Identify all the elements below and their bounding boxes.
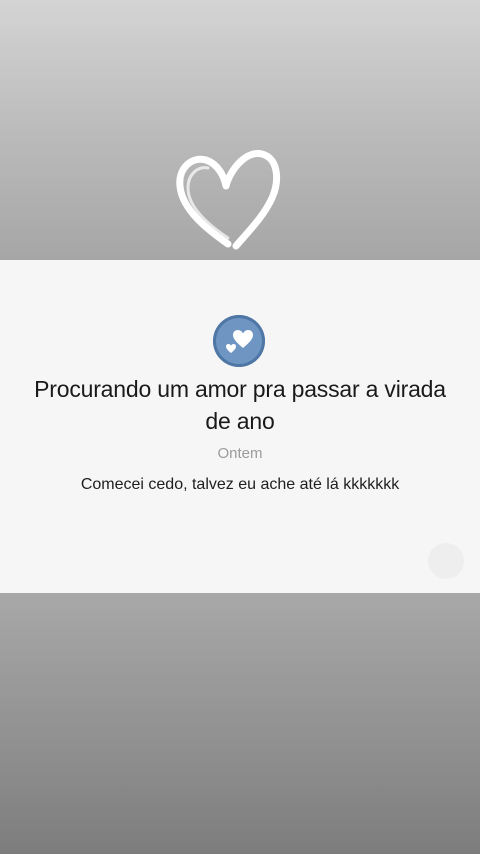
post-message: Comecei cedo, talvez eu ache até lá kkkk… <box>80 476 400 493</box>
post-title: Procurando um amor pra passar a virada d… <box>34 376 446 434</box>
heart-outline-icon <box>176 150 281 250</box>
hearts-icon <box>226 330 253 353</box>
post-timestamp: Ontem <box>217 445 263 462</box>
bottom-background <box>0 593 480 854</box>
top-background <box>0 0 480 260</box>
avatar[interactable] <box>213 315 265 367</box>
post-card: Procurando um amor pra passar a virada d… <box>0 260 480 593</box>
circle-button-icon[interactable] <box>428 543 464 579</box>
